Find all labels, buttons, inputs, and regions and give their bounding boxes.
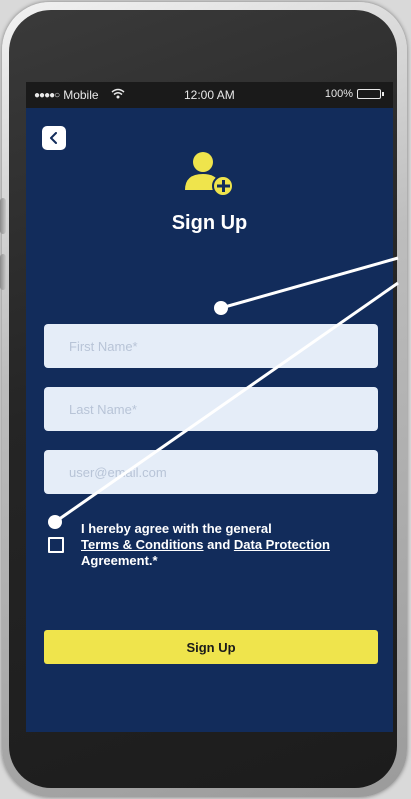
terms-link[interactable]: Terms & Conditions — [81, 537, 204, 552]
back-button[interactable] — [42, 126, 66, 150]
data-protection-link[interactable]: Data Protection — [234, 537, 330, 552]
first-name-input[interactable] — [44, 324, 378, 368]
status-bar: ●●●●○ Mobile 12:00 AM 100% — [26, 82, 393, 108]
battery-icon — [357, 89, 384, 99]
phone-side-button — [0, 198, 6, 234]
page-title: Sign Up — [171, 212, 248, 234]
email-input[interactable] — [44, 450, 378, 494]
signal-dots-icon: ●●●●○ — [34, 89, 60, 101]
add-user-icon — [185, 150, 235, 198]
wifi-icon — [111, 88, 125, 102]
status-carrier-group: ●●●●○ Mobile — [34, 88, 125, 102]
agreement-checkbox[interactable] — [48, 537, 64, 553]
status-battery-group: 100% — [324, 88, 384, 100]
app-screen: ●●●●○ Mobile 12:00 AM 100% Sign Up First… — [26, 82, 393, 732]
agreement-and: and — [203, 537, 234, 552]
status-time: 12:00 AM — [184, 88, 235, 102]
phone-side-button — [0, 254, 6, 290]
chevron-left-icon — [50, 132, 57, 144]
agreement-text: I hereby agree with the general Terms & … — [81, 521, 371, 569]
battery-percentage: 100% — [324, 88, 353, 100]
carrier-label: Mobile — [63, 88, 99, 102]
agreement-suffix: Agreement.* — [81, 553, 158, 568]
last-name-input[interactable] — [44, 387, 378, 431]
sign-up-button[interactable]: Sign Up — [44, 630, 378, 664]
agreement-prefix: I hereby agree with the general — [81, 521, 272, 536]
